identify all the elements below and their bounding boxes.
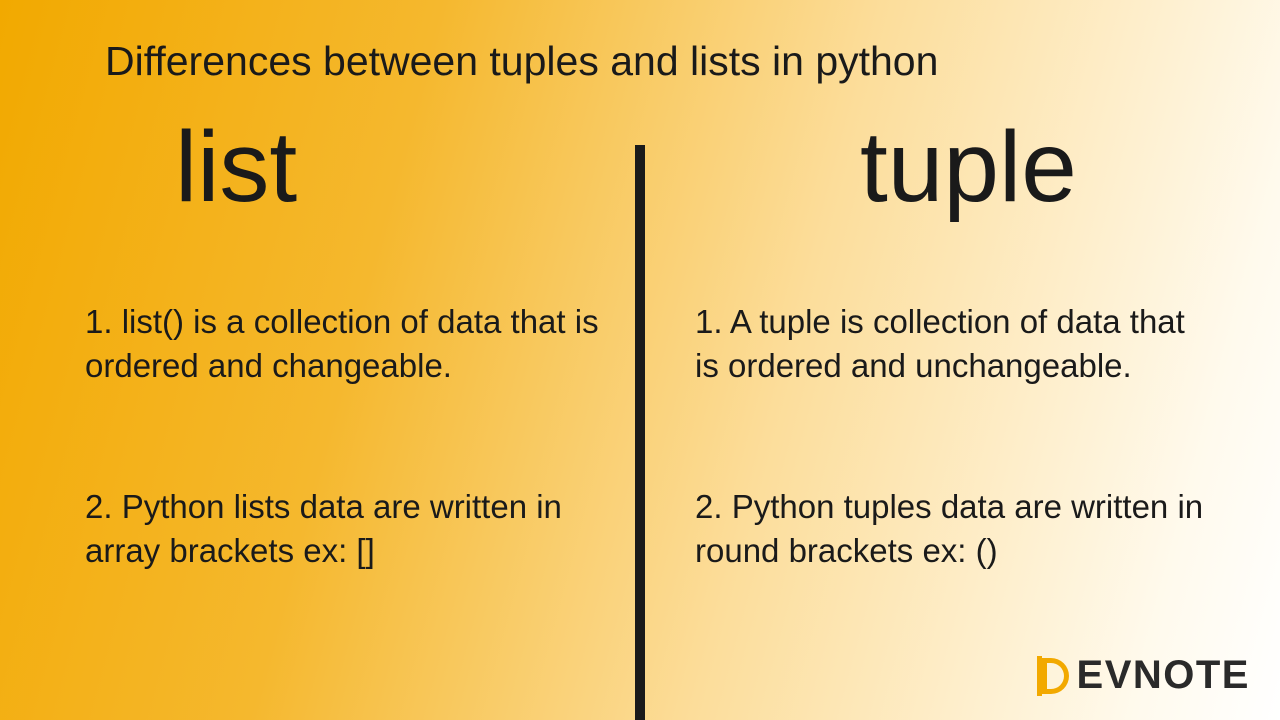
logo-text: EVNOTE	[1077, 653, 1250, 698]
tuple-point-1: 1. A tuple is collection of data that is…	[695, 300, 1215, 387]
devnote-logo: EVNOTE	[1037, 653, 1250, 698]
list-point-2: 2. Python lists data are written in arra…	[85, 485, 605, 572]
vertical-divider	[635, 145, 645, 720]
list-point-1: 1. list() is a collection of data that i…	[85, 300, 605, 387]
page-title: Differences between tuples and lists in …	[105, 38, 938, 85]
tuple-point-2: 2. Python tuples data are written in rou…	[695, 485, 1215, 572]
logo-d-icon	[1037, 656, 1075, 696]
tuple-heading: tuple	[860, 110, 1077, 225]
list-heading: list	[175, 110, 297, 225]
